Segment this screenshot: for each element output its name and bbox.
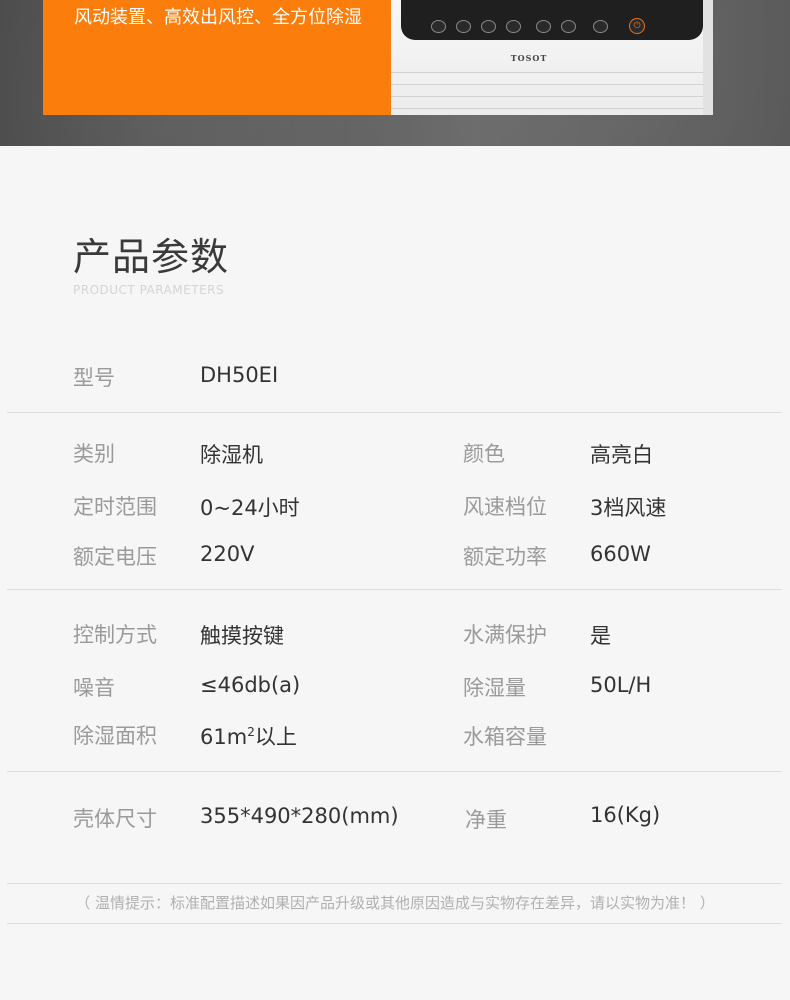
spec-value-dehumid: 50L/H [590, 673, 652, 697]
page-title: 产品参数 [73, 235, 230, 279]
spec-label-dehumid: 除湿量 [463, 676, 526, 700]
spec-value-power: 660W [590, 542, 651, 566]
spec-label-type: 类别 [73, 442, 115, 466]
grill-line [391, 96, 703, 97]
dehumidifier-illustration: ⏻ TOSOT [391, 0, 713, 115]
spec-label-power: 额定功率 [463, 545, 547, 569]
divider [7, 412, 782, 413]
panel-button-icon [561, 20, 576, 33]
spec-label-color: 颜色 [463, 442, 505, 466]
divider [7, 589, 782, 590]
panel-button-icon [431, 20, 446, 33]
divider [7, 771, 782, 772]
grill-line [391, 72, 703, 73]
spec-label-model: 型号 [73, 366, 115, 390]
spec-label-timer: 定时范围 [73, 495, 157, 519]
area-superscript: 2 [247, 725, 255, 739]
spec-value-fan: 3档风速 [590, 496, 667, 520]
spec-value-size: 355*490*280(mm) [200, 804, 399, 828]
spec-label-tank: 水箱容量 [463, 725, 547, 749]
area-number: 61m [200, 725, 248, 749]
spec-label-area: 除湿面积 [73, 724, 157, 748]
spec-label-voltage: 额定电压 [73, 545, 157, 569]
spec-value-voltage: 220V [200, 542, 255, 566]
disclaimer-note: （ 温情提示：标准配置描述如果因产品升级或其他原因造成与实物存在差异，请以实物为… [75, 894, 715, 912]
spec-value-type: 除湿机 [200, 443, 263, 467]
panel-button-icon [481, 20, 496, 33]
spec-value-model: DH50EI [200, 363, 279, 387]
spec-label-size: 壳体尺寸 [73, 807, 157, 831]
area-suffix: 以上 [254, 725, 297, 749]
divider [7, 923, 782, 924]
spec-label-fullwater: 水满保护 [463, 623, 547, 647]
spec-value-fullwater: 是 [590, 624, 611, 648]
feature-text: 风动装置、高效出风控、全方位除湿 [74, 7, 362, 28]
panel-button-icon [536, 20, 551, 33]
spec-value-area: 61m2以上 [200, 721, 297, 751]
power-icon: ⏻ [629, 18, 645, 34]
spec-value-control: 触摸按键 [200, 624, 284, 648]
product-image: ⏻ TOSOT [391, 0, 713, 115]
spec-label-weight: 净重 [465, 808, 507, 832]
panel-button-icon [506, 20, 521, 33]
top-banner: 风动装置、高效出风控、全方位除湿 ⏻ TOSOT [0, 0, 790, 146]
spec-label-control: 控制方式 [73, 623, 157, 647]
panel-button-icon [593, 20, 608, 33]
grill-line [391, 84, 703, 85]
device-side [703, 0, 713, 115]
grill-line [391, 108, 703, 109]
spec-label-fan: 风速档位 [463, 495, 547, 519]
panel-button-icon [456, 20, 471, 33]
control-panel: ⏻ [401, 0, 703, 40]
spec-value-weight: 16(Kg) [590, 803, 661, 827]
page-subtitle: PRODUCT PARAMETERS [73, 283, 225, 297]
spec-value-color: 高亮白 [590, 443, 653, 467]
spec-label-noise: 噪音 [73, 676, 115, 700]
divider [7, 883, 782, 884]
spec-value-noise: ≤46db(a) [200, 673, 301, 697]
feature-panel: 风动装置、高效出风控、全方位除湿 [43, 0, 391, 115]
brand-logo: TOSOT [510, 53, 548, 63]
spec-value-timer: 0~24小时 [200, 496, 300, 520]
